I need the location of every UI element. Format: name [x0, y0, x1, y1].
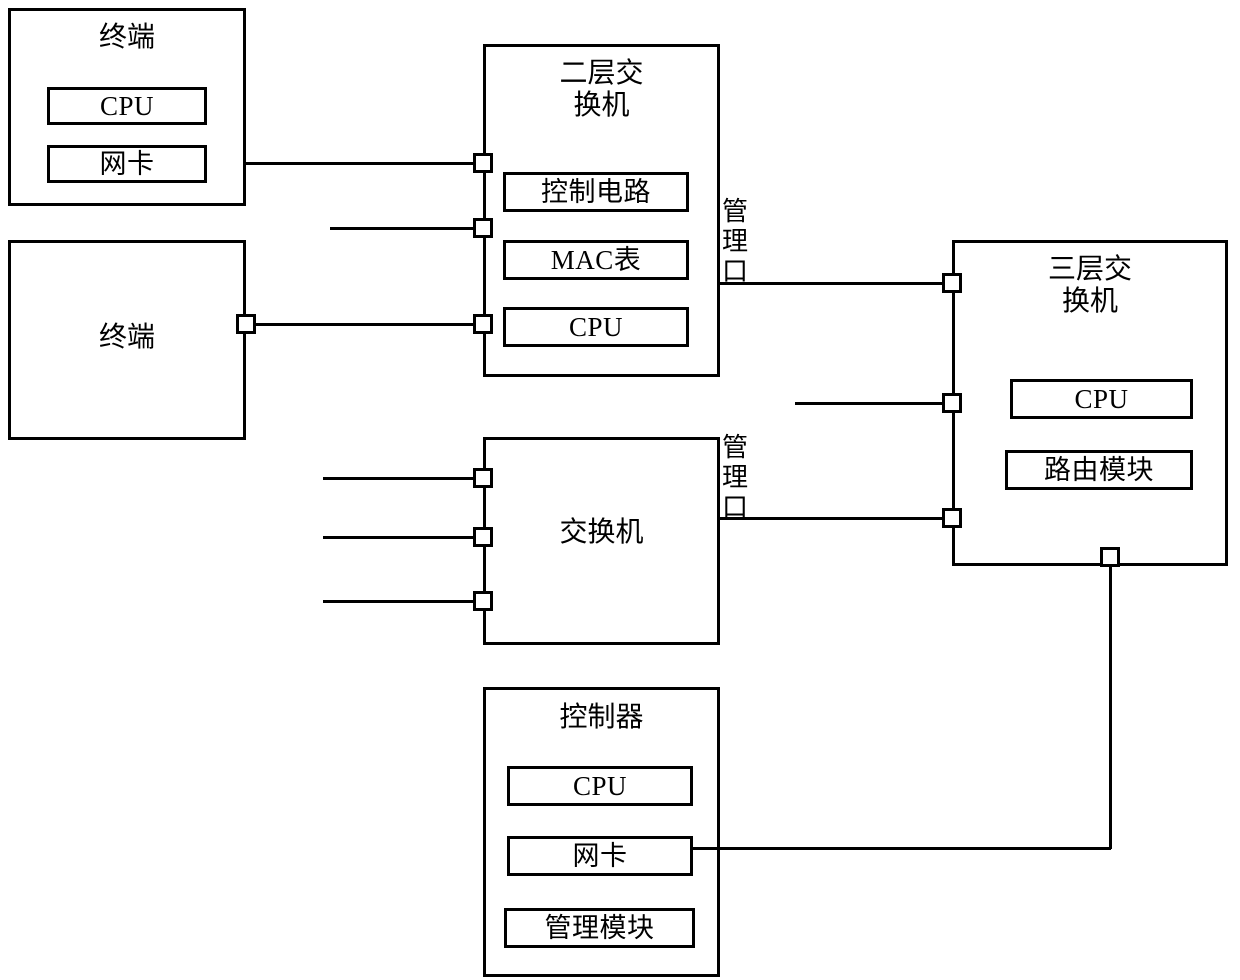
terminal-1-title: 终端 [98, 22, 155, 53]
switch-port-2[interactable] [473, 527, 493, 547]
layer2-switch-port-1[interactable] [473, 153, 493, 173]
wire-controller-nic-to-layer3-switch-v [1109, 557, 1112, 849]
layer3-switch-title: 三层交 换机 [1047, 254, 1132, 318]
layer2-switch-component-mac-table: MAC表 [503, 240, 689, 280]
layer3-switch-port-bottom[interactable] [1100, 547, 1120, 567]
controller-title: 控制器 [559, 702, 644, 733]
terminal-2-port[interactable] [236, 314, 256, 334]
controller-component-nic: 网卡 [507, 836, 693, 876]
switch-port-3[interactable] [473, 591, 493, 611]
wire-stub-switch-port1 [323, 477, 483, 480]
terminal-2-title: 终端 [98, 322, 155, 353]
layer2-switch-title: 二层交 换机 [559, 58, 644, 122]
wire-terminal2-to-layer2-switch [246, 323, 483, 326]
switch-management-port-label: 管 理 口 [722, 433, 749, 522]
wire-stub-switch-port3 [323, 600, 483, 603]
wire-terminal1-to-layer2-switch [246, 162, 483, 165]
terminal-1-component-nic: 网卡 [47, 145, 207, 183]
controller-component-cpu: CPU [507, 766, 693, 806]
layer2-switch-port-3[interactable] [473, 314, 493, 334]
layer3-switch-port-3[interactable] [942, 508, 962, 528]
layer2-switch-component-cpu: CPU [503, 307, 689, 347]
wire-stub-switch-port2 [323, 536, 483, 539]
wire-stub-layer2-switch-port2 [330, 227, 483, 230]
layer3-switch-component-routing-module: 路由模块 [1005, 450, 1193, 490]
wire-stub-layer3-switch-port2 [795, 402, 952, 405]
switch-title: 交换机 [559, 517, 644, 548]
controller-component-management-module: 管理模块 [504, 908, 695, 948]
terminal-1-component-cpu: CPU [47, 87, 207, 125]
layer3-switch-port-2[interactable] [942, 393, 962, 413]
layer2-switch-port-2[interactable] [473, 218, 493, 238]
layer3-switch-component-cpu: CPU [1010, 379, 1193, 419]
network-diagram-canvas: 终端 CPU 网卡 终端 二层交 换机 控制电路 MAC表 CPU 管 理 口 … [0, 0, 1240, 980]
wire-controller-nic-to-layer3-switch-h [693, 847, 1111, 850]
switch-port-1[interactable] [473, 468, 493, 488]
layer2-switch-component-control-circuit: 控制电路 [503, 172, 689, 212]
layer3-switch-port-1[interactable] [942, 273, 962, 293]
layer2-switch-management-port-label: 管 理 口 [722, 197, 749, 286]
